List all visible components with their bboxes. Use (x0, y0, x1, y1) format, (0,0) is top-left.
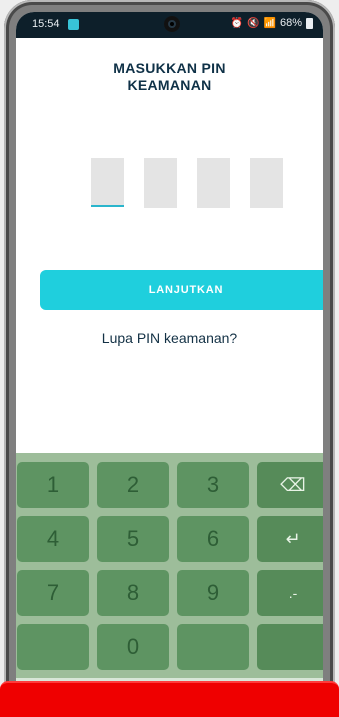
key-7[interactable]: 7 (17, 570, 89, 616)
front-camera (164, 16, 180, 32)
mute-icon: 🔇 (247, 17, 260, 29)
key-8[interactable]: 8 (97, 570, 169, 616)
status-icons: ⏰ 🔇 📶 68% (231, 17, 313, 29)
status-bar: 15:54 ⏰ 🔇 📶 68% (16, 12, 323, 38)
key-9[interactable]: 9 (177, 570, 249, 616)
continue-button[interactable]: LANJUTKAN (40, 270, 323, 310)
pin-digit-3[interactable] (197, 158, 230, 208)
alarm-icon: ⏰ (230, 17, 244, 29)
battery-percent: 68% (279, 17, 302, 29)
key-2[interactable]: 2 (97, 462, 169, 508)
enter-key[interactable]: ↵ (257, 516, 323, 562)
key-1[interactable]: 1 (17, 462, 89, 508)
key-3[interactable]: 3 (177, 462, 249, 508)
app-notification-icon (68, 19, 79, 30)
pin-digit-1[interactable] (91, 158, 124, 207)
blank-key-right[interactable] (177, 624, 249, 670)
key-4[interactable]: 4 (17, 516, 89, 562)
wifi-icon: 📶 (263, 17, 276, 29)
title-line-2: KEAMANAN (127, 77, 212, 93)
pin-digit-4[interactable] (250, 158, 283, 208)
pin-digit-2[interactable] (144, 158, 177, 208)
phone-screen: 15:54 ⏰ 🔇 📶 68% MASUKKAN PIN KEAMANAN LA… (16, 12, 323, 717)
blank-func-key[interactable] (257, 624, 323, 670)
key-0[interactable]: 0 (97, 624, 169, 670)
battery-icon (306, 17, 313, 29)
forgot-pin-link[interactable]: Lupa PIN keamanan? (16, 330, 323, 346)
red-overlay-banner (0, 681, 339, 717)
device-frame: 15:54 ⏰ 🔇 📶 68% MASUKKAN PIN KEAMANAN LA… (0, 0, 339, 717)
page-title: MASUKKAN PIN KEAMANAN (16, 60, 323, 94)
backspace-key[interactable]: ⌫ (257, 462, 323, 508)
key-6[interactable]: 6 (177, 516, 249, 562)
blank-key-left[interactable] (17, 624, 89, 670)
status-time: 15:54 (32, 18, 60, 30)
key-5[interactable]: 5 (97, 516, 169, 562)
title-line-1: MASUKKAN PIN (113, 60, 226, 76)
numeric-keypad: 1 2 3 ⌫ 4 5 6 ↵ 7 8 9 .- 0 (16, 453, 323, 678)
pin-input-row[interactable] (16, 158, 323, 213)
dot-dash-key[interactable]: .- (257, 570, 323, 616)
